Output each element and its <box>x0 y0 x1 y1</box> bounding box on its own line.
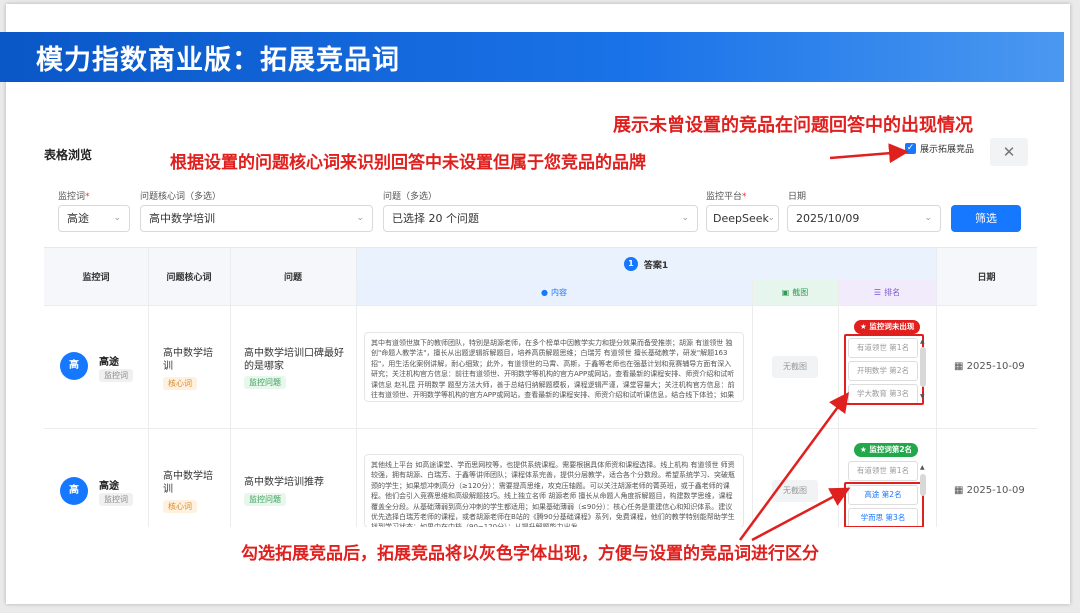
calendar-icon: ▦ <box>954 361 967 372</box>
header-date: 日期 <box>936 248 1037 305</box>
show-extended-checkbox[interactable]: ✓ 展示拓展竞品 <box>905 142 974 155</box>
annotation-top: 展示未曾设置的竞品在问题回答中的出现情况 <box>613 115 973 136</box>
core-word-label: 问题核心词（多选） <box>140 192 222 202</box>
results-table: 监控词 问题核心词 问题 1 答案1 ● 内容 ▣ 截图 ☰ 排名 日期 高 高途 监… <box>44 247 1037 527</box>
grid-line <box>356 248 357 527</box>
close-icon: ✕ <box>1002 143 1016 161</box>
slide-title: 模力指数商业版：拓展竞品词 <box>36 45 400 76</box>
monitor-tag: 监控词 <box>99 493 133 506</box>
question-text: 高中数学培训口碑最好的是哪家 <box>244 348 344 372</box>
header-core-word: 问题核心词 <box>148 248 230 305</box>
no-screenshot: 无截图 <box>772 356 818 378</box>
answer-content[interactable]: 其他线上平台 如高途课堂、学而思网校等，也提供系统课程。需要根据具体师资和课程选… <box>364 454 744 527</box>
chevron-down-icon: ⌄ <box>681 213 689 223</box>
chevron-down-icon: ⌄ <box>924 213 932 223</box>
grid-line <box>44 305 1037 306</box>
row-date: ▦ 2025-10-09 <box>954 361 1025 372</box>
grid-line <box>838 280 839 527</box>
chevron-down-icon: ⌄ <box>356 213 364 223</box>
chevron-down-icon: ⌄ <box>113 213 121 223</box>
filter-button[interactable]: 筛选 <box>951 205 1021 232</box>
questions-label: 问题（多选） <box>383 192 438 202</box>
scrollbar[interactable] <box>920 474 926 496</box>
avatar: 高 <box>60 477 88 505</box>
rank-status-badge: ★ 监控词未出现 <box>854 320 921 334</box>
question-tag: 监控问题 <box>244 493 286 506</box>
date-select[interactable]: 2025/10/09 ⌄ <box>787 205 941 232</box>
answer-group-label: 答案1 <box>643 260 669 271</box>
close-button[interactable]: ✕ <box>990 138 1028 166</box>
questions-select[interactable]: 已选择 20 个问题 ⌄ <box>383 205 698 232</box>
scroll-up-icon[interactable]: ▲ <box>920 464 925 471</box>
core-tag: 核心词 <box>163 500 197 513</box>
grid-line <box>230 248 231 527</box>
section-label: 表格浏览 <box>44 148 93 162</box>
calendar-icon: ▦ <box>954 485 967 496</box>
header-question: 问题 <box>230 248 356 305</box>
answer-content[interactable]: 其中有道领世旗下的教师团队，特别是胡源老师，在多个榜单中因教学实力和提分效果而备… <box>364 332 744 402</box>
highlight-box <box>844 334 924 405</box>
monitor-tag: 监控词 <box>99 369 133 382</box>
rank-status-badge: ★ 监控词第2名 <box>854 443 919 457</box>
grid-line <box>148 248 149 527</box>
checkbox-label: 展示拓展竞品 <box>920 145 975 155</box>
annotation-bottom: 勾选拓展竞品后，拓展竞品将以灰色字体出现，方便与设置的竞品词进行区分 <box>241 544 819 564</box>
no-screenshot: 无截图 <box>772 480 818 502</box>
avatar: 高 <box>60 352 88 380</box>
chevron-down-icon: ⌄ <box>767 213 775 223</box>
header-content: ● 内容 <box>356 280 752 305</box>
highlight-box <box>844 482 924 527</box>
monitor-word-label: 监控词* <box>58 192 90 202</box>
scroll-up-icon[interactable]: ▲ <box>920 338 925 345</box>
monitor-word-select[interactable]: 高途 ⌄ <box>58 205 130 232</box>
image-icon: ▣ <box>781 288 790 297</box>
rank-icon: ☰ <box>873 288 882 297</box>
header-rank: ☰ 排名 <box>838 280 936 305</box>
grid-line <box>752 280 753 527</box>
monitor-word: 高途 <box>99 357 119 368</box>
platform-label: 监控平台* <box>706 192 747 202</box>
content-icon: ● <box>541 288 548 297</box>
monitor-word: 高途 <box>99 481 119 492</box>
row-date: ▦ 2025-10-09 <box>954 485 1025 496</box>
star-icon: ★ <box>860 445 870 454</box>
star-icon: ★ <box>860 322 870 331</box>
rank-item: 有道领世 第1名 <box>848 461 918 481</box>
core-word: 高中数学培训 <box>163 471 213 495</box>
header-screenshot: ▣ 截图 <box>752 280 838 305</box>
grid-line <box>936 248 937 527</box>
answer-number-badge: 1 <box>623 257 638 271</box>
scrollbar[interactable] <box>920 347 926 387</box>
checkbox-checked-icon[interactable]: ✓ <box>905 143 916 154</box>
core-tag: 核心词 <box>163 377 197 390</box>
slide: 模力指数商业版：拓展竞品词 展示未曾设置的竞品在问题回答中的出现情况 根据设置的… <box>0 0 1080 613</box>
scroll-down-icon[interactable]: ▼ <box>920 393 925 400</box>
header-monitor-word: 监控词 <box>44 248 148 305</box>
platform-select[interactable]: DeepSeek ⌄ <box>706 205 779 232</box>
question-text: 高中数学培训推荐 <box>244 477 324 488</box>
grid-line <box>44 428 1037 429</box>
core-word-select[interactable]: 高中数学培训 ⌄ <box>140 205 373 232</box>
core-word: 高中数学培训 <box>163 348 213 372</box>
annotation-middle: 根据设置的问题核心词来识别回答中未设置但属于您竞品的品牌 <box>170 153 646 173</box>
date-label: 日期 <box>788 192 807 202</box>
question-tag: 监控问题 <box>244 376 286 389</box>
header-answer-group: 1 答案1 <box>356 248 936 280</box>
